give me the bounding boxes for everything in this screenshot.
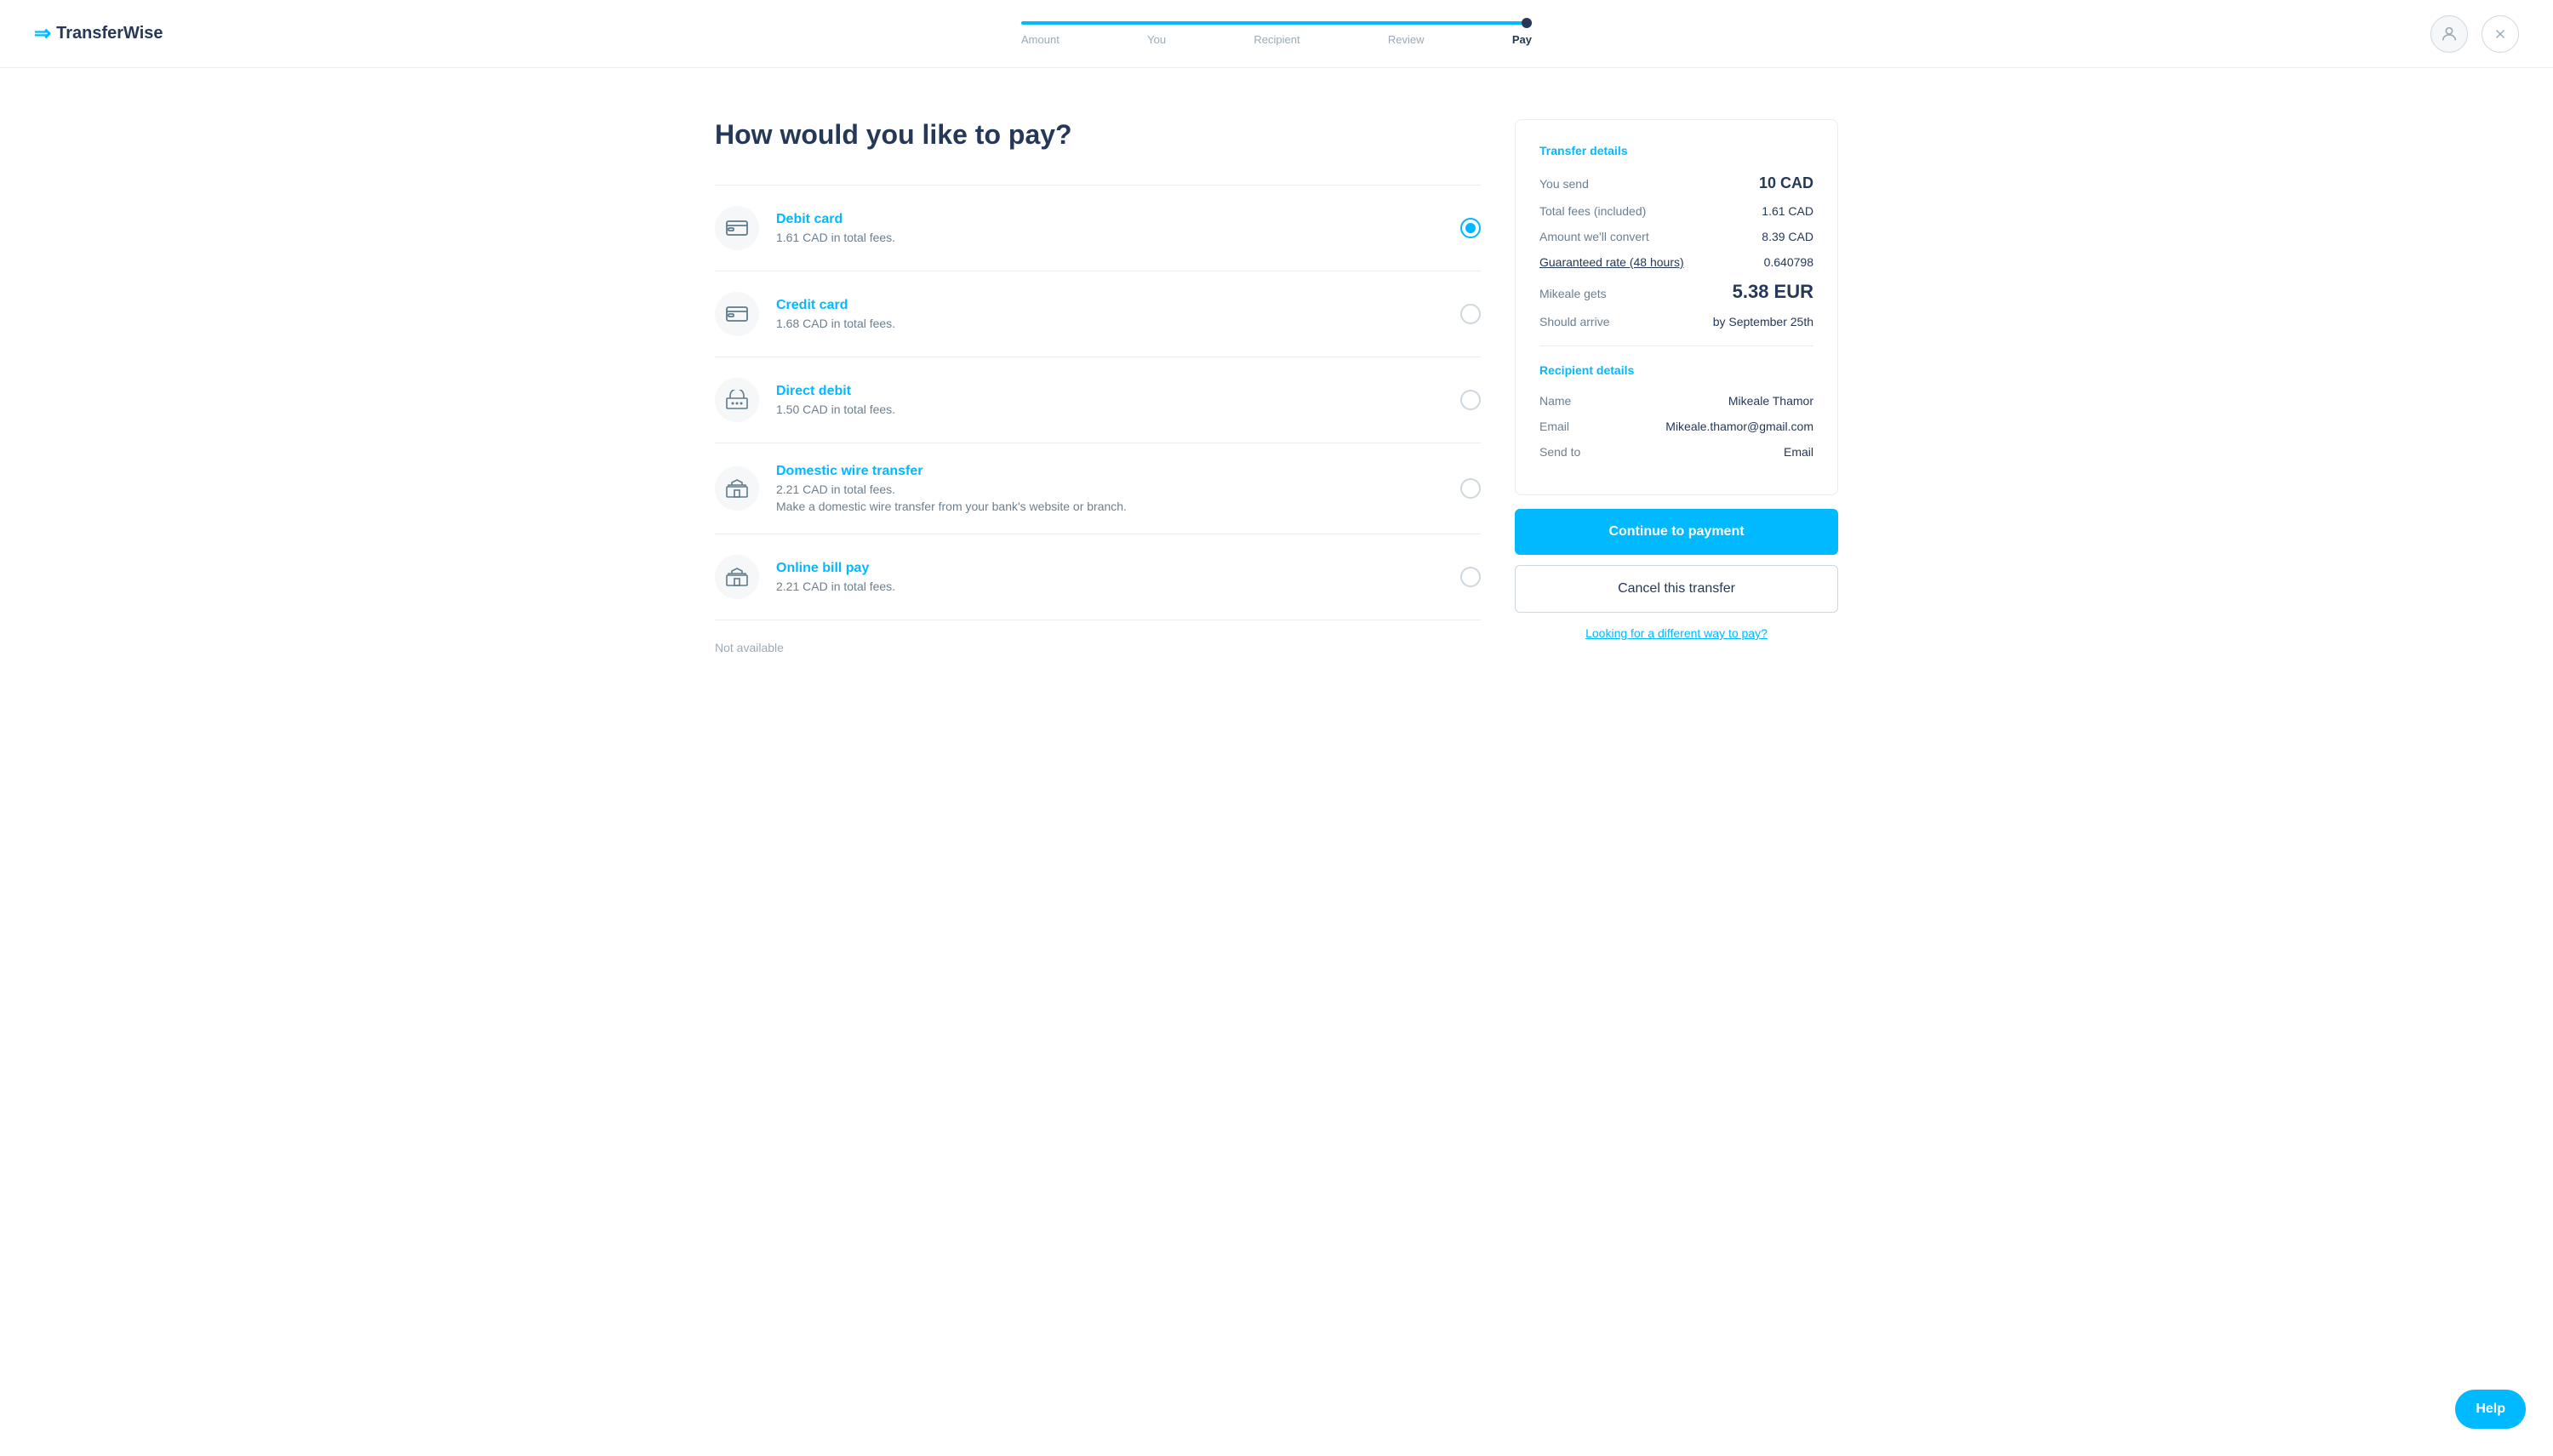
amount-convert-value: 8.39 CAD (1762, 230, 1813, 243)
debit-option-fee: 1.61 CAD in total fees. (776, 231, 1460, 244)
payment-option-wire[interactable]: Domestic wire transfer 2.21 CAD in total… (715, 443, 1481, 534)
help-button[interactable]: Help (2455, 1390, 2526, 1429)
billpay-option-fee: 2.21 CAD in total fees. (776, 580, 1460, 593)
guaranteed-rate-label[interactable]: Guaranteed rate (48 hours) (1539, 255, 1684, 269)
debit-card-icon (715, 206, 759, 250)
billpay-radio[interactable] (1460, 567, 1481, 587)
billpay-option-name: Online bill pay (776, 561, 1460, 576)
credit-option-content: Credit card 1.68 CAD in total fees. (776, 298, 1460, 330)
recipient-email-row: Email Mikeale.thamor@gmail.com (1539, 420, 1813, 433)
credit-card-icon (715, 292, 759, 336)
debit-option-content: Debit card 1.61 CAD in total fees. (776, 212, 1460, 244)
transfer-details-title: Transfer details (1539, 144, 1813, 157)
logo-icon: ⇒ (34, 21, 51, 46)
wire-option-content: Domestic wire transfer 2.21 CAD in total… (776, 464, 1460, 513)
mikeale-gets-value: 5.38 EUR (1733, 281, 1813, 303)
wire-option-desc: Make a domestic wire transfer from your … (776, 500, 1460, 513)
progress-steps: Amount You Recipient Review Pay (1021, 33, 1532, 46)
mikeale-gets-row: Mikeale gets 5.38 EUR (1539, 281, 1813, 303)
guaranteed-rate-value: 0.640798 (1764, 255, 1813, 269)
page-title: How would you like to pay? (715, 119, 1481, 151)
direct-debit-name: Direct debit (776, 384, 1460, 399)
bill-pay-icon (715, 555, 759, 599)
recipient-details-title: Recipient details (1539, 363, 1813, 377)
card-divider (1539, 345, 1813, 346)
wire-transfer-icon (715, 466, 759, 511)
send-to-value: Email (1784, 445, 1813, 459)
wire-option-name: Domestic wire transfer (776, 464, 1460, 479)
progress-bar-track (1021, 21, 1532, 25)
guaranteed-rate-row: Guaranteed rate (48 hours) 0.640798 (1539, 255, 1813, 269)
direct-debit-radio[interactable] (1460, 390, 1481, 410)
close-button[interactable] (2482, 15, 2519, 53)
progress-bar-fill (1021, 21, 1532, 25)
payment-options: Debit card 1.61 CAD in total fees. Credi… (715, 185, 1481, 620)
direct-debit-fee: 1.50 CAD in total fees. (776, 403, 1460, 416)
different-way-link[interactable]: Looking for a different way to pay? (1515, 626, 1838, 640)
you-send-label: You send (1539, 177, 1589, 191)
should-arrive-label: Should arrive (1539, 315, 1610, 328)
debit-option-name: Debit card (776, 212, 1460, 227)
total-fees-label: Total fees (included) (1539, 204, 1646, 218)
logo: ⇒ TransferWise (34, 21, 163, 46)
payment-option-direct-debit[interactable]: Direct debit 1.50 CAD in total fees. (715, 357, 1481, 443)
step-amount[interactable]: Amount (1021, 33, 1059, 46)
you-send-row: You send 10 CAD (1539, 174, 1813, 192)
direct-debit-icon (715, 378, 759, 422)
transfer-details-card: Transfer details You send 10 CAD Total f… (1515, 119, 1838, 495)
wire-radio[interactable] (1460, 478, 1481, 499)
payment-option-billpay[interactable]: Online bill pay 2.21 CAD in total fees. (715, 534, 1481, 620)
avatar-button[interactable] (2430, 15, 2468, 53)
header: ⇒ TransferWise Amount You Recipient Revi… (0, 0, 2553, 68)
progress-bar-container (1021, 21, 1532, 33)
payment-option-credit[interactable]: Credit card 1.68 CAD in total fees. (715, 271, 1481, 357)
credit-option-name: Credit card (776, 298, 1460, 313)
step-review[interactable]: Review (1388, 33, 1425, 46)
step-recipient[interactable]: Recipient (1254, 33, 1299, 46)
mikeale-gets-label: Mikeale gets (1539, 287, 1607, 300)
progress-bar-dot (1522, 18, 1532, 28)
right-panel: Transfer details You send 10 CAD Total f… (1515, 119, 1838, 665)
step-pay[interactable]: Pay (1512, 33, 1532, 46)
header-actions (2430, 15, 2519, 53)
should-arrive-row: Should arrive by September 25th (1539, 315, 1813, 328)
wire-option-fee: 2.21 CAD in total fees. (776, 482, 1460, 496)
payment-option-debit[interactable]: Debit card 1.61 CAD in total fees. (715, 186, 1481, 271)
recipient-name-row: Name Mikeale Thamor (1539, 394, 1813, 408)
you-send-value: 10 CAD (1759, 174, 1813, 192)
amount-convert-row: Amount we'll convert 8.39 CAD (1539, 230, 1813, 243)
not-available-label: Not available (715, 641, 1481, 654)
debit-radio[interactable] (1460, 218, 1481, 238)
recipient-name-value: Mikeale Thamor (1728, 394, 1813, 408)
logo-text: TransferWise (56, 24, 163, 43)
billpay-option-content: Online bill pay 2.21 CAD in total fees. (776, 561, 1460, 593)
main-content: How would you like to pay? Debit card 1.… (681, 68, 1872, 699)
continue-to-payment-button[interactable]: Continue to payment (1515, 509, 1838, 555)
credit-option-fee: 1.68 CAD in total fees. (776, 317, 1460, 330)
recipient-email-label: Email (1539, 420, 1569, 433)
credit-radio[interactable] (1460, 304, 1481, 324)
recipient-email-value: Mikeale.thamor@gmail.com (1665, 420, 1813, 433)
direct-debit-content: Direct debit 1.50 CAD in total fees. (776, 384, 1460, 416)
left-panel: How would you like to pay? Debit card 1.… (715, 119, 1481, 665)
send-to-row: Send to Email (1539, 445, 1813, 459)
send-to-label: Send to (1539, 445, 1580, 459)
cancel-transfer-button[interactable]: Cancel this transfer (1515, 565, 1838, 613)
progress-nav: Amount You Recipient Review Pay (1021, 21, 1532, 46)
recipient-name-label: Name (1539, 394, 1571, 408)
total-fees-row: Total fees (included) 1.61 CAD (1539, 204, 1813, 218)
step-you[interactable]: You (1147, 33, 1166, 46)
should-arrive-value: by September 25th (1713, 315, 1813, 328)
amount-convert-label: Amount we'll convert (1539, 230, 1649, 243)
total-fees-value: 1.61 CAD (1762, 204, 1813, 218)
